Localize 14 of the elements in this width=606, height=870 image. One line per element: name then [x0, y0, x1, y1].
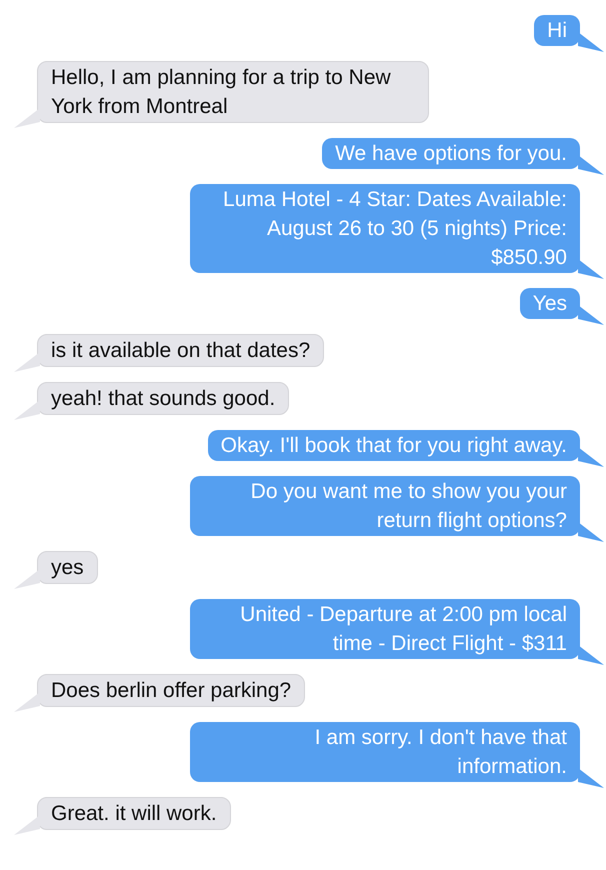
bubble-tail: [578, 305, 604, 327]
bubble-tail: [578, 768, 604, 790]
bubble-tail: [14, 815, 40, 837]
bubble-tail: [578, 259, 604, 281]
bubble-tail: [14, 400, 40, 422]
bubble-tail: [578, 522, 604, 544]
bubble-tail: [578, 447, 604, 469]
bubble-tail: [578, 155, 604, 177]
bubble-tail: [14, 692, 40, 714]
bubble-tail: [578, 645, 604, 667]
bubble-tail: [14, 352, 40, 374]
bubble-tail: [578, 32, 604, 54]
bubble-tail: [14, 108, 40, 130]
bubble-tail: [14, 569, 40, 591]
